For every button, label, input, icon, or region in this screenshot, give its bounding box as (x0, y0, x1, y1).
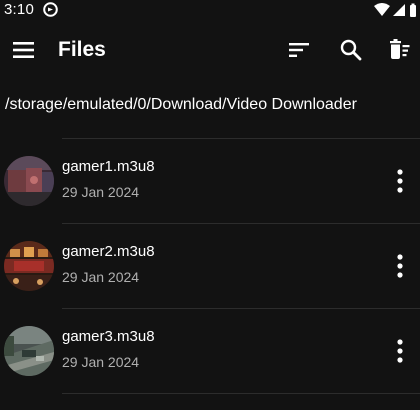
file-date: 29 Jan 2024 (62, 354, 140, 370)
file-row[interactable]: gamer3.m3u8 29 Jan 2024 (0, 309, 420, 393)
status-icons (374, 2, 418, 18)
battery-icon (410, 3, 416, 17)
hamburger-menu-icon[interactable] (10, 36, 38, 64)
app-bar: Files (0, 22, 420, 78)
more-vertical-icon[interactable] (388, 252, 412, 280)
sort-icon[interactable] (286, 36, 314, 64)
file-name: gamer3.m3u8 (62, 328, 155, 345)
file-row[interactable]: gamer1.m3u8 29 Jan 2024 (0, 139, 420, 223)
file-name: gamer1.m3u8 (62, 158, 155, 175)
status-bar: 3:10 (0, 0, 420, 22)
file-name: gamer2.m3u8 (62, 243, 155, 260)
video-thumbnail (4, 241, 54, 291)
more-vertical-icon[interactable] (388, 167, 412, 195)
current-path: /storage/emulated/0/Download/Video Downl… (5, 96, 357, 113)
wifi-icon (374, 3, 390, 16)
video-thumbnail (4, 156, 54, 206)
search-icon[interactable] (337, 36, 365, 64)
divider (62, 393, 420, 394)
delete-all-icon[interactable] (386, 36, 414, 64)
video-thumbnail (4, 326, 54, 376)
file-date: 29 Jan 2024 (62, 184, 140, 200)
signal-icon (393, 4, 405, 16)
more-vertical-icon[interactable] (388, 337, 412, 365)
file-row[interactable]: gamer2.m3u8 29 Jan 2024 (0, 224, 420, 308)
file-date: 29 Jan 2024 (62, 269, 140, 285)
app-notification-icon (43, 2, 58, 17)
status-time: 3:10 (4, 1, 34, 18)
page-title: Files (58, 38, 106, 61)
